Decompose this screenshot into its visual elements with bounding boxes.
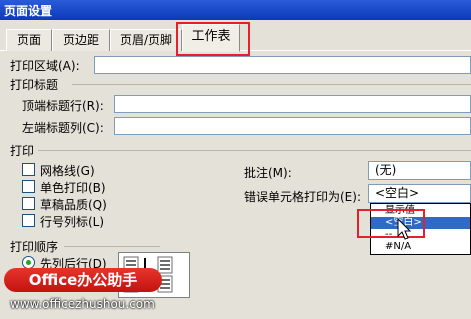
option-highlight-box [357,209,425,238]
top-rows-label: 顶端标题行(R): [22,99,104,113]
draft-quality-label: 草稿品质(Q) [40,198,107,212]
left-cols-label: 左端标题列(C): [22,121,104,135]
print-area-input[interactable] [94,56,471,74]
print-area-label: 打印区域(A): [10,59,80,73]
print-titles-heading: 打印标题 [10,78,59,92]
comments-label: 批注(M): [244,166,292,180]
mono-print-label: 单色打印(B) [40,181,106,195]
page-order-heading: 打印顺序 [10,240,59,254]
watermark-logo: Office办公助手 [4,268,162,292]
comments-select[interactable]: (无) [368,161,471,180]
cell-errors-select[interactable]: <空白> [368,184,471,203]
mono-print-checkbox[interactable] [22,180,35,193]
title-bar [0,0,471,20]
row-col-headings-label: 行号列标(L) [40,215,105,229]
tab-header-footer[interactable]: 页眉/页脚 [110,29,182,51]
mouse-cursor-icon [397,218,412,240]
print-group-heading: 打印 [10,144,35,158]
tab-page[interactable]: 页面 [6,29,52,51]
cell-errors-label: 错误单元格打印为(E): [244,190,361,204]
dropdown-option[interactable]: #N/A [371,241,470,253]
row-col-headings-checkbox[interactable] [22,214,35,227]
group-divider [38,150,471,151]
gridlines-checkbox[interactable] [22,163,35,176]
draft-quality-checkbox[interactable] [22,197,35,210]
watermark-url: www.officezhushou.com [10,297,155,311]
tab-margins[interactable]: 页边距 [52,29,110,51]
window-title: 页面设置 [4,4,53,18]
group-divider [64,246,160,247]
left-cols-input[interactable] [114,117,471,135]
top-rows-input[interactable] [114,95,471,113]
group-divider [72,84,471,85]
gridlines-label: 网格线(G) [40,164,95,178]
tab-highlight-box [176,22,250,56]
